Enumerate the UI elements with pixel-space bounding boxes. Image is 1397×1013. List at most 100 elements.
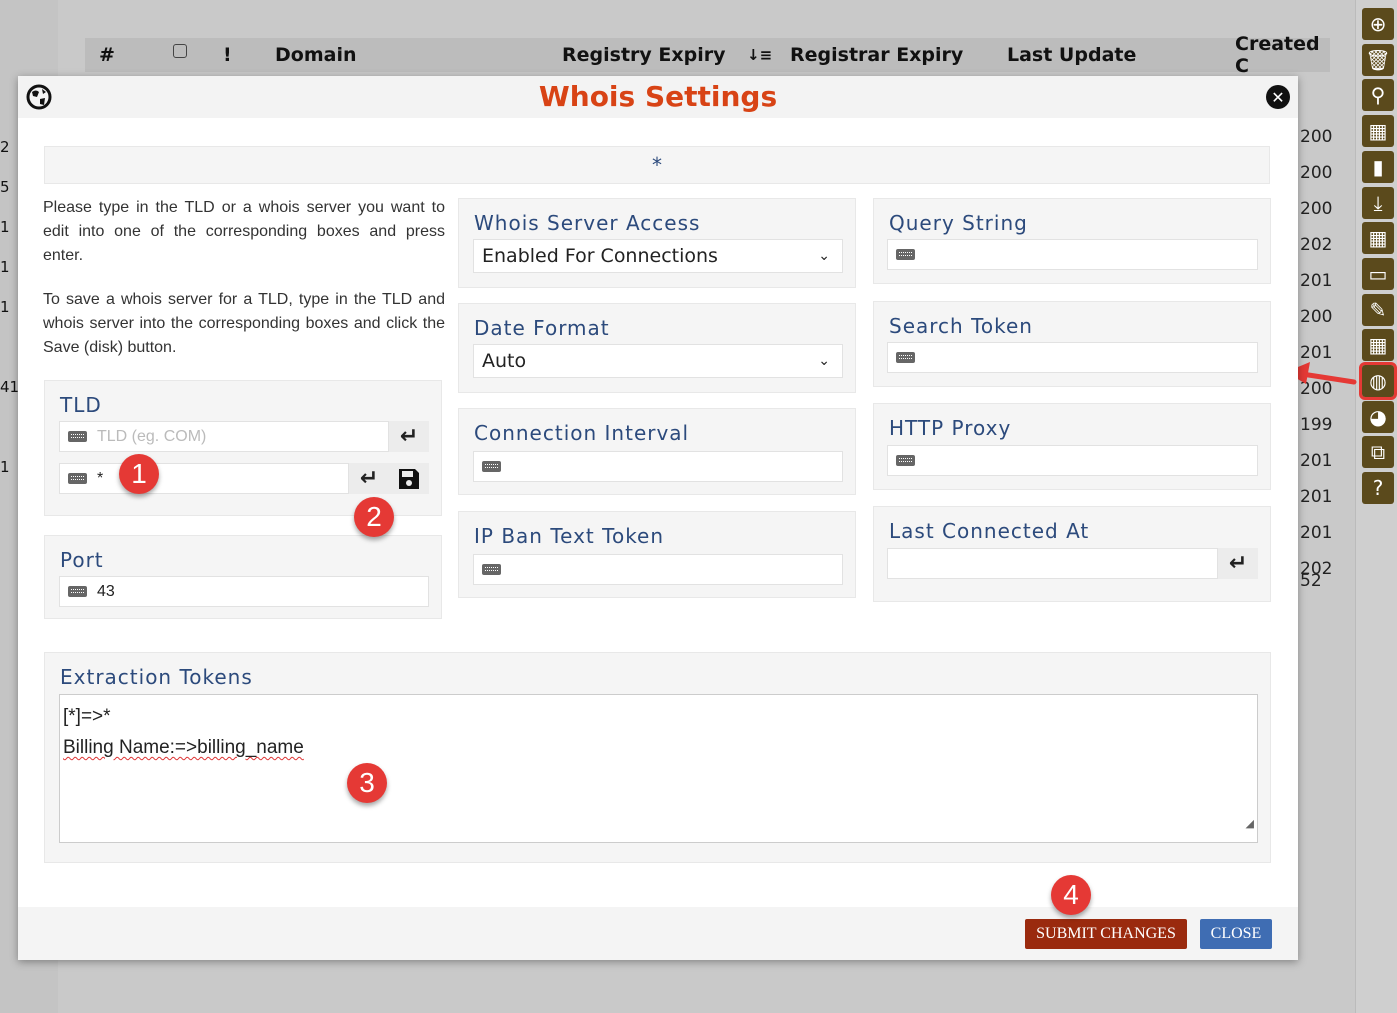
modal-footer: SUBMIT CHANGES CLOSE [18,907,1298,960]
http-proxy-input[interactable] [887,445,1258,476]
ip-ban-text-token-label: IP Ban Text Token [474,524,665,548]
whois-server-input[interactable]: * [59,463,349,494]
ip-ban-text-token-input[interactable] [473,554,843,585]
close-icon[interactable]: ✕ [1266,85,1290,109]
whois-server-access-panel: Whois Server Access Enabled For Connecti… [458,198,856,288]
port-panel: Port 43 [44,535,442,619]
token-line: [*]=>* [63,706,111,727]
annotation-badge-1: 1 [119,454,159,494]
row-number: 5 [0,178,10,196]
search-icon[interactable]: ⚲ [1362,79,1394,112]
created-date-cell: 199 [1300,415,1333,435]
tld-label: TLD [60,393,102,417]
connection-interval-panel: Connection Interval [458,408,856,495]
tld-panel: TLD TLD (eg. COM) ↵ * ↵ [44,380,442,516]
col-domain[interactable]: Domain [275,44,356,66]
token-line: Billing Name:=>billing_name [63,737,304,758]
keyboard-icon [482,564,501,575]
col-created[interactable]: Created C [1235,33,1330,77]
extraction-tokens-textarea[interactable]: [*]=>* Billing Name:=>billing_name ◢ [59,694,1258,843]
query-string-panel: Query String [873,198,1271,284]
table-header: # ! Domain Registry Expiry ↓≡ Registrar … [85,33,1330,77]
created-date-cell: 200 [1300,199,1333,219]
row-number: 2 [0,138,10,156]
chevron-down-icon: ⌄ [818,353,830,369]
last-connected-at-input[interactable] [887,548,1218,579]
row-number: 41 [0,378,20,396]
port-value: 43 [97,582,115,600]
keyboard-icon [896,455,915,466]
question-icon[interactable]: ? [1362,472,1394,505]
globe-icon[interactable]: ◍ [1359,362,1397,400]
external-link-icon[interactable]: ⧉ [1362,436,1394,469]
enter-server-button[interactable]: ↵ [349,463,389,494]
submit-changes-button[interactable]: SUBMIT CHANGES [1025,919,1187,949]
connection-interval-input[interactable] [473,451,843,482]
annotation-badge-4: 4 [1051,875,1091,915]
resize-handle[interactable]: ◢ [1246,809,1254,840]
sidebar-toolbar: ⊕ 🗑 ⚲ ▦ ▮ ⤓ ▦ ▭ ✎ ▦ ◍ ◕ ⧉? [1355,0,1397,1013]
download-icon[interactable]: ⤓ [1362,186,1394,219]
port-input[interactable]: 43 [59,576,429,607]
whois-server-access-select[interactable]: Enabled For Connections ⌄ [473,239,843,273]
col-registry-expiry[interactable]: Registry Expiry [562,44,726,66]
grid-add-icon[interactable]: ▦ [1362,222,1394,255]
grid-search-icon[interactable]: ▦ [1362,115,1394,148]
http-proxy-label: HTTP Proxy [889,416,1012,440]
query-string-label: Query String [889,211,1028,235]
tld-input[interactable]: TLD (eg. COM) [59,421,389,452]
keyboard-icon [68,586,87,597]
close-button[interactable]: CLOSE [1200,919,1272,949]
created-date-cell: 202 [1300,235,1333,255]
created-date-cell: 200 [1300,307,1333,327]
enter-tld-button[interactable]: ↵ [389,421,429,452]
row-number: 1 [0,298,10,316]
save-button[interactable] [389,463,429,494]
annotation-badge-3: 3 [347,763,387,803]
col-registrar-expiry[interactable]: Registrar Expiry [790,44,963,66]
keyboard-icon [68,473,87,484]
selected-value: Enabled For Connections [482,245,718,267]
bookmark-icon[interactable]: ▮ [1362,150,1394,183]
help-text-2: To save a whois server for a TLD, type i… [43,291,445,356]
row-number: 1 [0,258,10,276]
http-proxy-panel: HTTP Proxy [873,403,1271,490]
row-number: 1 [0,218,10,236]
created-date-cell: 201 [1300,451,1333,471]
palette-icon[interactable]: ◕ [1362,400,1394,433]
chevron-down-icon: ⌄ [818,248,830,264]
last-connected-at-panel: Last Connected At ↵ [873,506,1271,602]
search-token-panel: Search Token [873,301,1271,387]
created-date-cell: 201 [1300,343,1333,363]
keyboard-icon [68,431,87,442]
created-date-cell: 201 [1300,487,1333,507]
date-format-label: Date Format [474,316,610,340]
port-label: Port [60,548,104,572]
disk-icon [399,468,419,489]
enter-last-connected-button[interactable]: ↵ [1218,548,1258,579]
trash-icon[interactable]: 🗑 [1362,43,1394,76]
sort-icon[interactable]: ↓≡ [747,46,772,64]
row-number: 1 [0,458,10,476]
whois-server-access-label: Whois Server Access [474,211,701,235]
col-flag[interactable]: ! [223,44,232,66]
col-number: # [99,44,115,66]
modal-title: Whois Settings [538,80,778,113]
grid-settings-icon[interactable]: ▦ [1362,329,1394,362]
annotation-badge-2: 2 [354,497,394,537]
extraction-tokens-label: Extraction Tokens [60,665,253,689]
plus-circle-icon[interactable]: ⊕ [1362,8,1394,40]
created-date-cell: 201 [1300,271,1333,291]
select-all-checkbox[interactable] [173,44,187,58]
created-date-cell: 200 [1300,127,1333,147]
col-last-update[interactable]: Last Update [1007,44,1136,66]
date-format-select[interactable]: Auto ⌄ [473,344,843,378]
last-connected-at-label: Last Connected At [889,519,1090,543]
pencil-icon[interactable]: ✎ [1362,293,1394,326]
keyboard-icon [896,249,915,260]
search-token-input[interactable] [887,342,1258,373]
selected-value: Auto [482,350,527,372]
extraction-tokens-panel: Extraction Tokens [*]=>* Billing Name:=>… [44,652,1271,863]
query-string-input[interactable] [887,239,1258,270]
folder-check-icon[interactable]: ▭ [1362,257,1394,290]
